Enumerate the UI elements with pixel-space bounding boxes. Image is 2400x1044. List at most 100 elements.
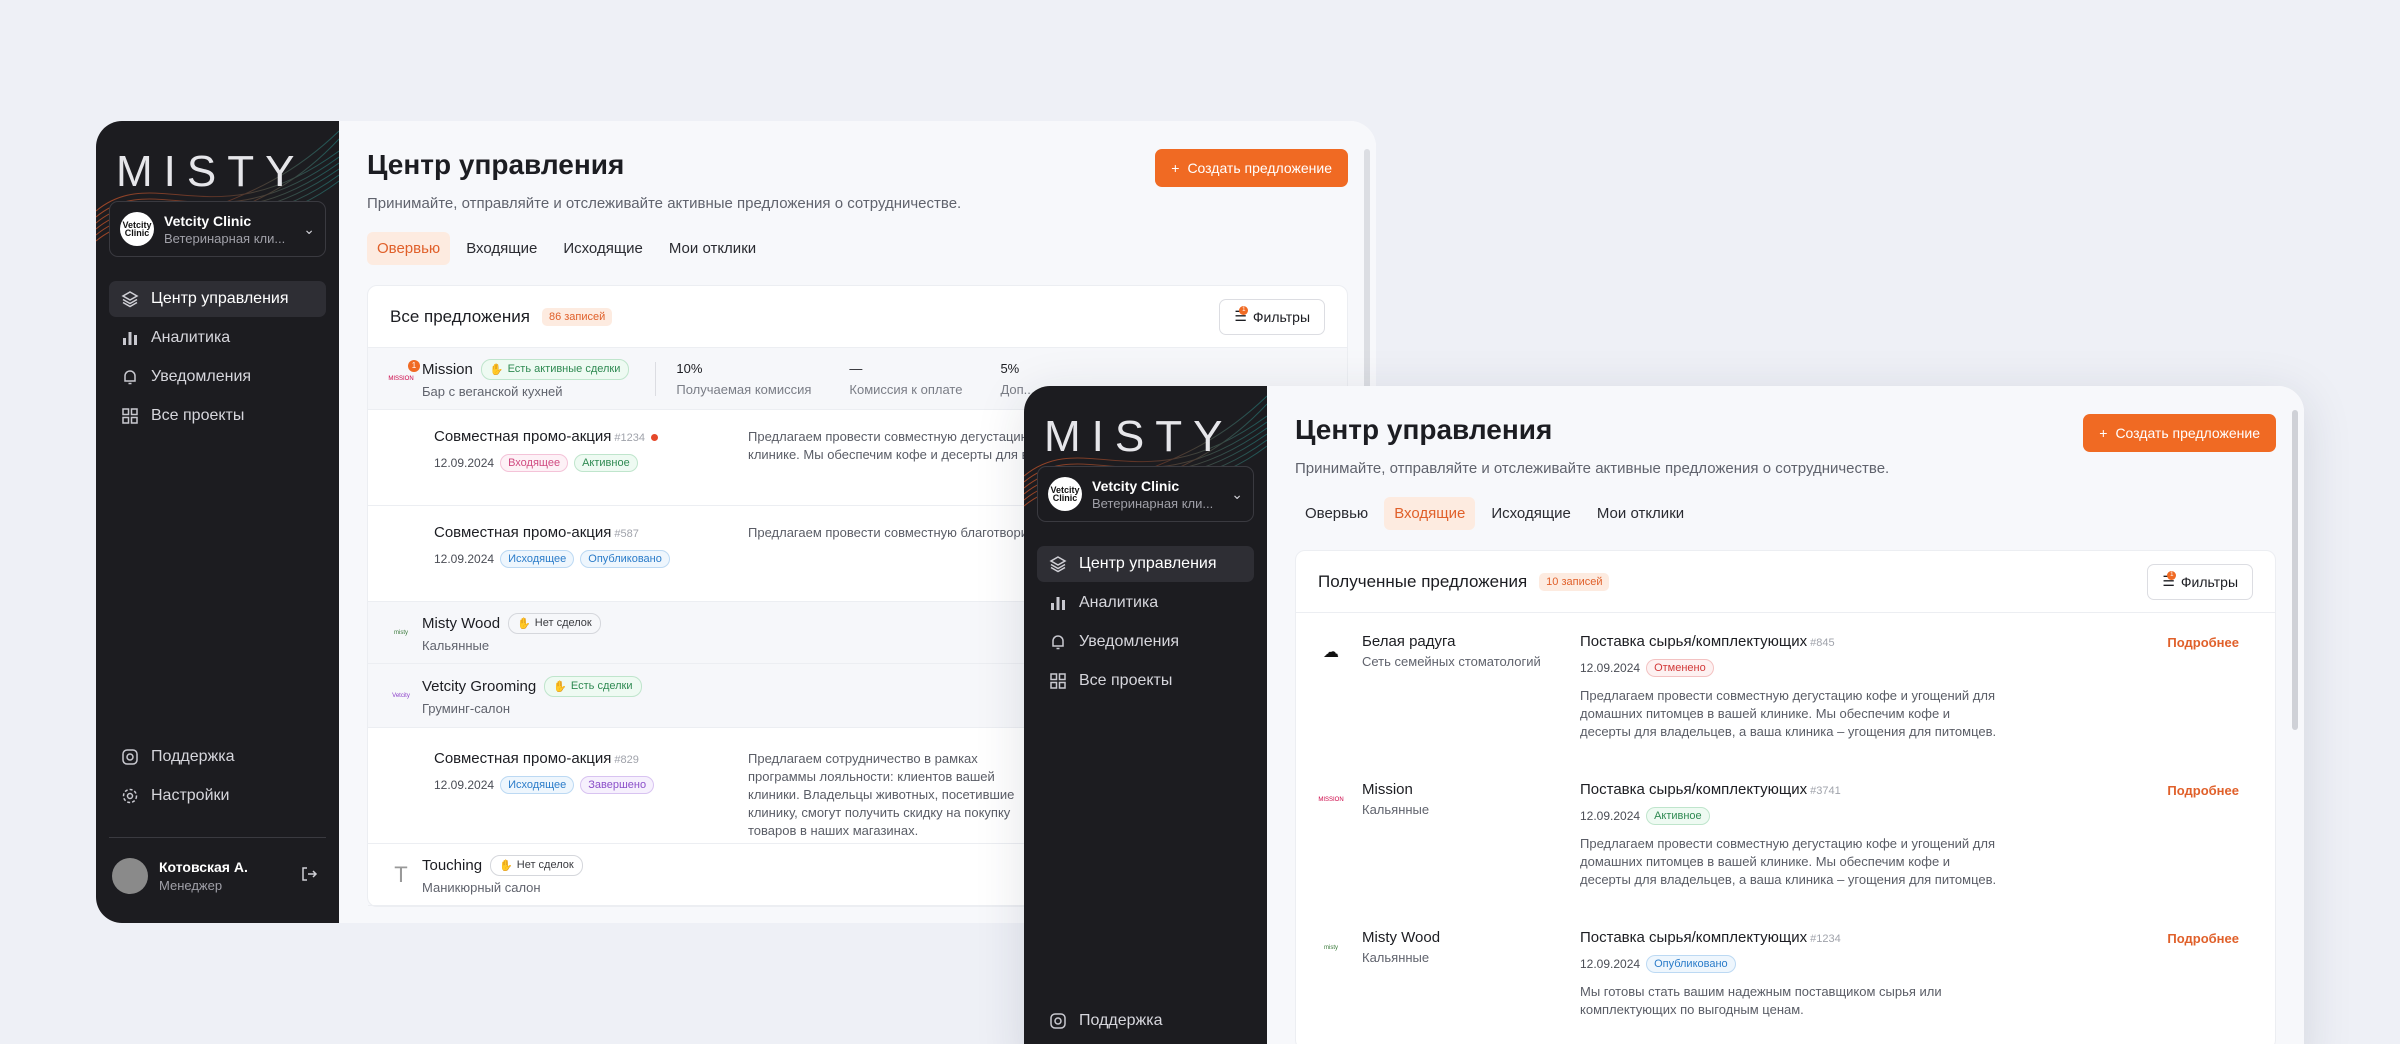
grid-icon [1049,672,1067,690]
offer-id: #587 [614,528,639,540]
create-offer-label: Создать предложение [2115,425,2260,441]
create-offer-button[interactable]: + Создать предложение [2083,414,2276,452]
stat-commission-due: — Комиссия к оплате [849,361,962,397]
offer-date: 12.09.2024 [1580,957,1641,971]
sidebar: MISTY Vetcity Clinic Vetcity Clinic Ветер… [1024,386,1267,1044]
tab-outgoing[interactable]: Исходящие [1481,497,1581,530]
scrollbar[interactable] [2292,410,2298,730]
filters-button[interactable]: 1 ☰ Фильтры [1219,298,1325,335]
main-content: Центр управления Принимайте, отправляйте… [1267,386,2304,1044]
offer-id: #1234 [614,432,645,444]
offer-title: Поставка сырья/комплектующих [1580,929,1808,946]
notification-badge: 1 [408,359,420,372]
offer-title: Поставка сырья/комплектующих [1580,633,1808,650]
logout-icon[interactable] [300,865,318,888]
partner-category: Кальянные [1362,950,1430,965]
sidebar-item-label: Уведомления [1079,633,1180,650]
bell-icon [1049,633,1067,651]
stat-value: 10% [676,360,703,376]
sidebar-item-analytics[interactable]: Аналитика [1037,585,1254,621]
sidebar: MISTY Vetcity Clinic Vetcity Clinic Ветер… [96,121,339,923]
org-name: Vetcity Clinic [164,212,252,229]
tab-incoming[interactable]: Входящие [456,232,547,265]
direction-tag: Исходящее [500,776,575,794]
sidebar-item-notifications[interactable]: Уведомления [109,359,326,395]
offer-title: Совместная промо-акция [434,750,612,767]
filters-badge: 1 [1239,305,1249,315]
user-profile[interactable]: Котовская А. Менеджер [109,837,326,894]
sidebar-bottom: Поддержка [1037,1003,1254,1042]
offer-row[interactable]: misty Misty Wood Кальянные Поставка сырья… [1296,909,2275,1044]
details-link[interactable]: Подробнее [2167,783,2239,798]
filters-button[interactable]: 1 ☰ Фильтры [2147,563,2253,600]
sidebar-item-notifications[interactable]: Уведомления [1037,624,1254,660]
grid-icon [121,407,139,425]
sidebar-item-support[interactable]: Поддержка [109,739,326,775]
plus-icon: + [1171,160,1180,176]
offer-description: Предлагаем провести совместную дегустаци… [1580,688,1997,739]
org-switcher[interactable]: Vetcity Clinic Vetcity Clinic Ветеринарна… [1037,466,1254,522]
offer-row[interactable]: MISSION Mission Кальянные Поставка сырья/… [1296,761,2275,909]
sidebar-item-support[interactable]: Поддержка [1037,1003,1254,1039]
sidebar-item-control-center[interactable]: Центр управления [1037,546,1254,582]
card-header: Все предложения 86 записей 1 ☰ Фильтры [368,286,1347,348]
partner-name: Mission [1362,781,1413,798]
tab-overview[interactable]: Овервью [1295,497,1378,530]
sidebar-item-analytics[interactable]: Аналитика [109,320,326,356]
sidebar-item-label: Аналитика [151,329,231,346]
direction-tag: Исходящее [500,550,575,568]
create-offer-label: Создать предложение [1187,160,1332,176]
partner-logo: ☁ [1323,644,1339,661]
stat-value: — [849,360,863,376]
partner-category: Маникюрный салон [422,879,541,895]
partner-name: Misty Wood [422,614,501,632]
sidebar-item-label: Поддержка [1079,1012,1163,1029]
sidebar-item-projects[interactable]: Все проекты [109,398,326,434]
tab-my-responses[interactable]: Мои отклики [659,232,766,265]
offer-description: Предлагаем сотрудничество в рамках прогр… [748,751,1015,838]
tab-incoming[interactable]: Входящие [1384,497,1476,530]
offer-title: Совместная промо-акция [434,524,612,541]
offer-date: 12.09.2024 [434,552,495,566]
status-badge-label: Есть сделки [570,680,633,692]
bar-chart-icon [1049,594,1067,612]
sidebar-item-control-center[interactable]: Центр управления [109,281,326,317]
sidebar-item-settings[interactable]: Настройки [109,778,326,814]
details-link[interactable]: Подробнее [2167,931,2239,946]
status-badge: ✋ Есть сделки [544,675,642,697]
support-icon [121,748,139,766]
tab-overview[interactable]: Овервью [367,232,451,265]
status-badge: ✋ Есть активные сделки [480,358,630,380]
status-badge: ✋ Нет сделок [508,612,601,634]
create-offer-button[interactable]: + Создать предложение [1155,149,1348,187]
tab-outgoing[interactable]: Исходящие [553,232,653,265]
status-tag: Отменено [1646,659,1714,677]
bar-chart-icon [121,329,139,347]
offer-date: 12.09.2024 [1580,661,1641,675]
stat-value: 5% [1000,360,1020,376]
org-avatar: Vetcity Clinic [120,212,154,246]
details-link[interactable]: Подробнее [2167,635,2239,650]
tab-my-responses[interactable]: Мои отклики [1587,497,1694,530]
stat-label: Комиссия к оплате [849,381,963,397]
partner-category: Сеть семейных стоматологий [1362,654,1541,669]
support-icon [1049,1012,1067,1030]
card-title: Все предложения [390,306,530,326]
partner-name: Misty Wood [1362,929,1441,946]
filters-label: Фильтры [1252,308,1310,325]
plus-icon: + [2099,425,2108,441]
partner-logo: MISSION 1 [388,359,420,390]
sidebar-item-label: Аналитика [1079,594,1159,611]
sidebar-item-projects[interactable]: Все проекты [1037,663,1254,699]
brand-logo: MISTY [116,147,306,196]
partner-category: Кальянные [1362,802,1430,817]
filters-badge: 1 [2167,570,2177,580]
user-name: Котовская А. [159,859,248,875]
sidebar-nav: Центр управления Аналитика Уведомления В… [109,281,326,437]
stat-commission-received: 10% Получаемая комиссия [676,361,811,397]
partner-name: Белая радуга [1362,633,1456,650]
handshake-icon: ✋ [517,617,531,630]
org-switcher[interactable]: Vetcity Clinic Vetcity Clinic Ветеринарна… [109,201,326,257]
status-tag: Завершено [580,776,655,794]
offer-row[interactable]: ☁ Белая радуга Сеть семейных стоматологий… [1296,613,2275,761]
